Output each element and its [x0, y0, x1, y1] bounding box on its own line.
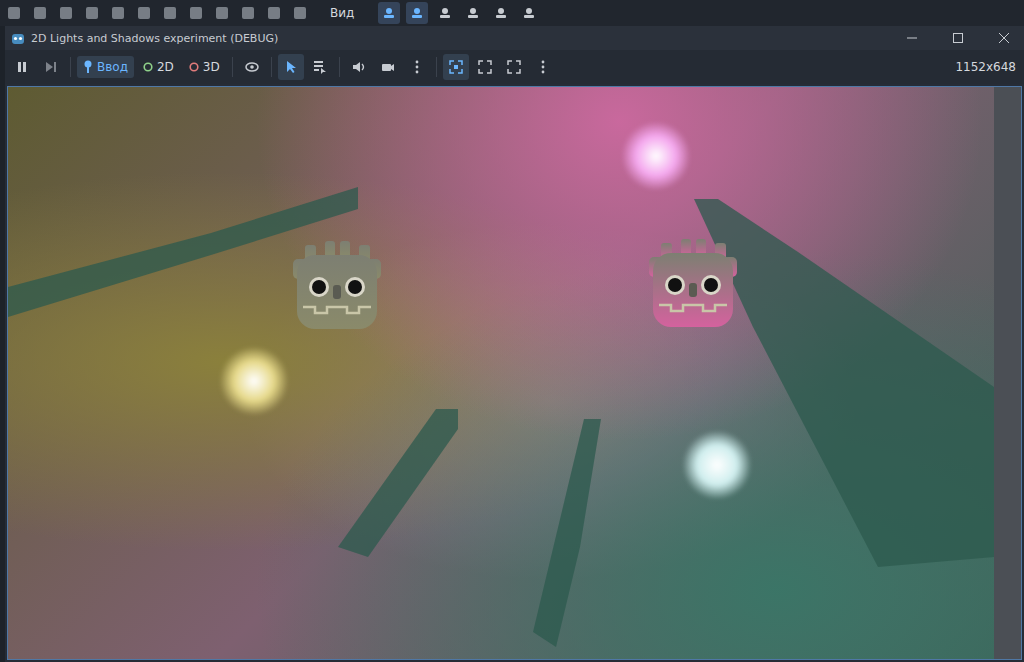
light — [682, 430, 752, 500]
tool-icon[interactable] — [60, 7, 72, 19]
shadow — [533, 419, 601, 647]
godot-robot — [643, 235, 743, 335]
minimize-button[interactable] — [892, 26, 932, 50]
godot-robot — [287, 237, 387, 337]
step-icon — [45, 61, 57, 73]
tool-icon[interactable] — [190, 7, 202, 19]
tool-icon[interactable] — [138, 7, 150, 19]
shadow — [338, 409, 458, 557]
circle-icon — [143, 62, 153, 72]
mode-button[interactable]: 2D — [137, 56, 180, 78]
scene — [8, 87, 994, 659]
shrink-icon — [507, 60, 521, 74]
step-button[interactable] — [38, 54, 64, 80]
visibility-button[interactable] — [239, 54, 265, 80]
view-button[interactable] — [501, 54, 527, 80]
maximize-button[interactable] — [938, 26, 978, 50]
expand-icon — [478, 60, 492, 74]
game-window: 2D Lights and Shadows experiment (DEBUG)… — [5, 26, 1024, 662]
list-select-icon — [313, 60, 327, 74]
tool-icon[interactable] — [242, 7, 254, 19]
tool-button[interactable] — [518, 2, 540, 24]
view-button[interactable] — [443, 54, 469, 80]
tool-icon[interactable] — [164, 7, 176, 19]
audio-button[interactable] — [346, 54, 372, 80]
game-toolbar: Ввод 2D 3D 1152x648 — [5, 50, 1024, 84]
minimize-icon — [906, 32, 918, 44]
tool-button[interactable] — [462, 2, 484, 24]
tool-icon[interactable] — [268, 7, 280, 19]
light — [219, 346, 289, 416]
letterbox-strip — [994, 87, 1021, 659]
tool-icon[interactable] — [8, 7, 20, 19]
camera-button[interactable] — [375, 54, 401, 80]
speaker-icon — [352, 61, 366, 73]
tool-icon — [382, 6, 396, 20]
pause-icon — [16, 61, 28, 73]
mode-label: 3D — [203, 60, 220, 74]
fit-icon — [449, 60, 463, 74]
pause-button[interactable] — [9, 54, 35, 80]
tool-button[interactable] — [490, 2, 512, 24]
view-button[interactable] — [472, 54, 498, 80]
more-button[interactable] — [530, 54, 556, 80]
tool-icon — [522, 6, 536, 20]
pick-tool-button[interactable] — [307, 54, 333, 80]
close-button[interactable] — [984, 26, 1024, 50]
maximize-icon — [952, 32, 964, 44]
camera-icon — [381, 61, 395, 73]
tool-icon — [410, 6, 424, 20]
cursor-icon — [285, 60, 297, 74]
mode-label: Ввод — [97, 60, 128, 74]
title-bar: 2D Lights and Shadows experiment (DEBUG) — [5, 26, 1024, 50]
tool-icon — [494, 6, 508, 20]
resolution-label: 1152x648 — [955, 60, 1016, 74]
editor: Вид 2D Lights and Shadows experiment (DE… — [0, 0, 1024, 662]
mode-button[interactable]: Ввод — [77, 56, 134, 78]
eye-icon — [245, 61, 259, 73]
joystick-icon — [83, 60, 93, 74]
tool-icon[interactable] — [112, 7, 124, 19]
light — [621, 121, 691, 191]
dots-icon — [415, 60, 419, 74]
tool-icon[interactable] — [216, 7, 228, 19]
tool-icon[interactable] — [34, 7, 46, 19]
tool-icon — [466, 6, 480, 20]
tool-button[interactable] — [378, 2, 400, 24]
tool-button[interactable] — [406, 2, 428, 24]
close-icon — [998, 32, 1010, 44]
view-menu[interactable]: Вид — [330, 6, 354, 20]
shadow — [694, 199, 994, 567]
tool-button[interactable] — [434, 2, 456, 24]
pick-tool-button[interactable] — [278, 54, 304, 80]
circle-icon — [189, 62, 199, 72]
tool-icon[interactable] — [86, 7, 98, 19]
mode-button[interactable]: 3D — [183, 56, 226, 78]
tool-icon — [438, 6, 452, 20]
game-viewport[interactable] — [7, 86, 1022, 660]
dots-icon — [541, 60, 545, 74]
shadows — [8, 87, 994, 659]
godot-icon — [11, 31, 25, 45]
window-title: 2D Lights and Shadows experiment (DEBUG) — [31, 32, 278, 45]
more-button[interactable] — [404, 54, 430, 80]
tool-icon[interactable] — [294, 7, 306, 19]
mode-label: 2D — [157, 60, 174, 74]
editor-toolbar: Вид — [0, 0, 1024, 26]
